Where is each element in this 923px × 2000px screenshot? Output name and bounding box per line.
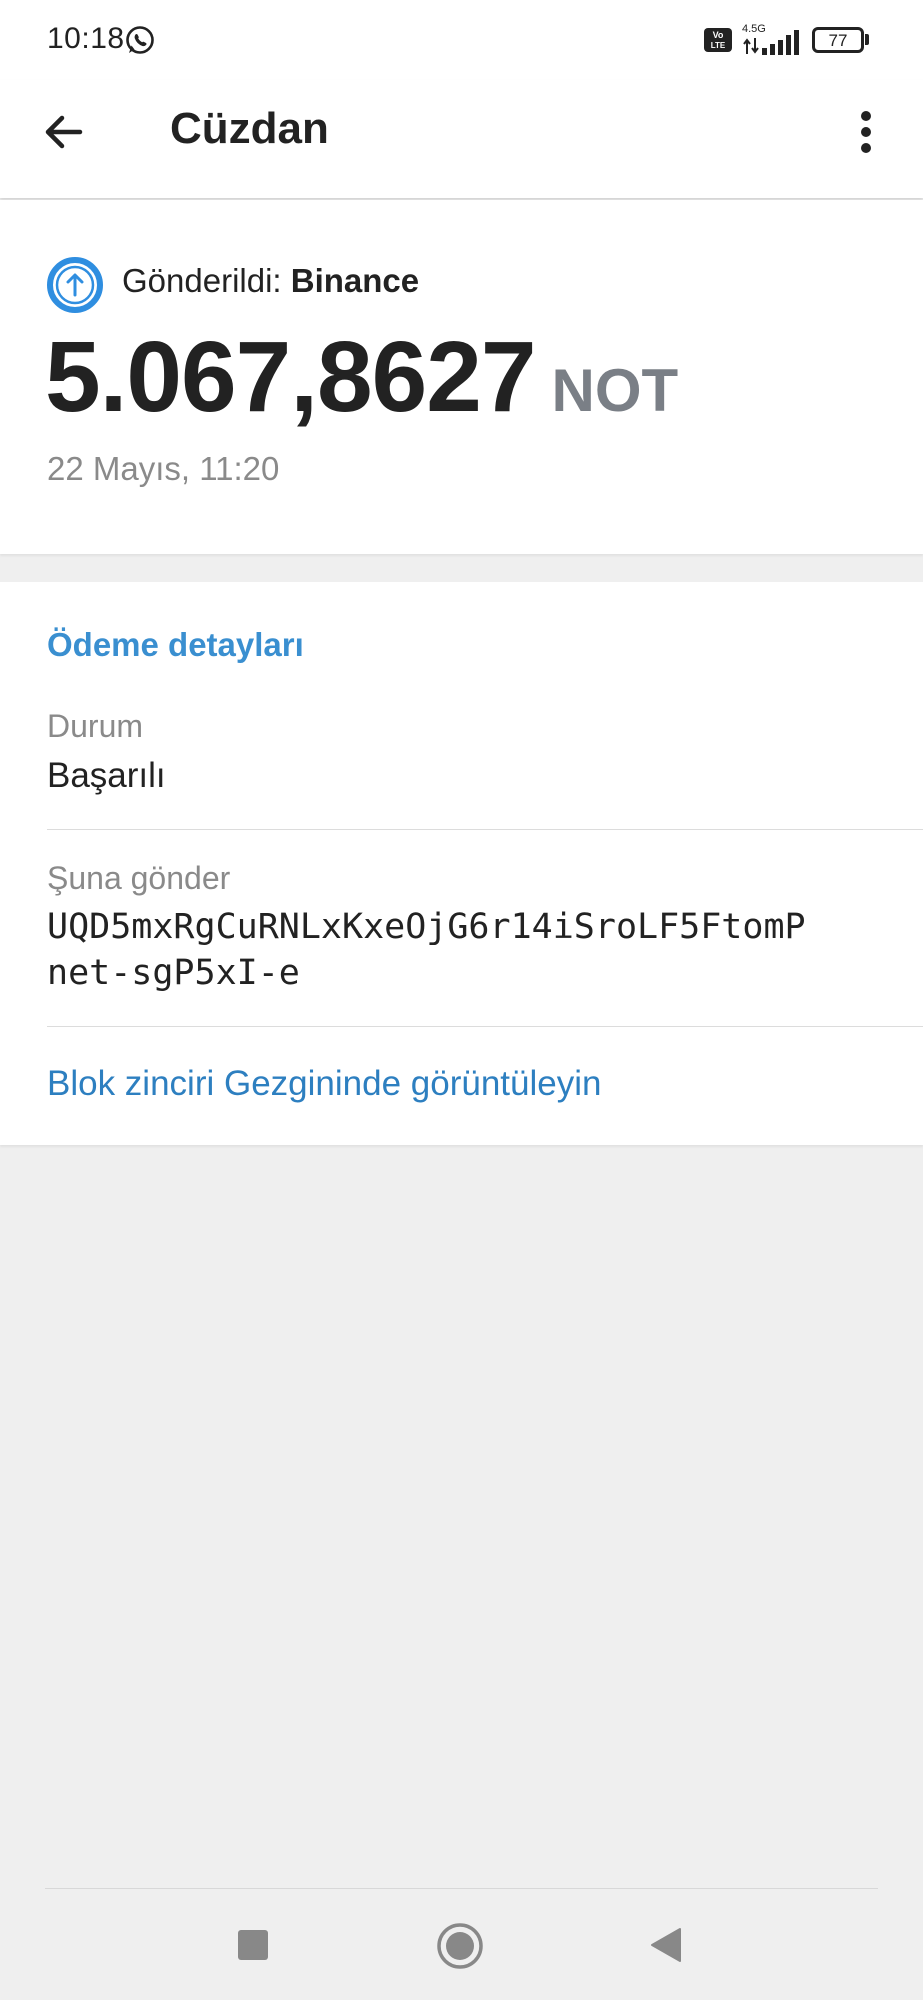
- volte-icon: Vo LTE: [704, 28, 732, 52]
- page-title: Cüzdan: [170, 104, 329, 153]
- battery-icon: 77: [812, 27, 864, 53]
- app-bar: Cüzdan: [0, 80, 923, 198]
- status-label: Durum: [47, 708, 144, 744]
- status-time: 10:18: [47, 22, 125, 55]
- currency-code: NOT: [551, 357, 679, 424]
- recipient-address-line-2: net-sgP5xI-e: [47, 953, 300, 993]
- payment-details: Ödeme detayları Durum Başarılı Şuna gönd…: [0, 582, 923, 1145]
- status-bar: 10:18 Vo LTE 4.5G 77: [0, 0, 923, 80]
- arrow-up-circle-icon: [47, 257, 103, 313]
- arrow-left-icon: [45, 115, 83, 149]
- recent-apps-icon[interactable]: [236, 1928, 270, 1962]
- svg-text:4.5G: 4.5G: [742, 23, 766, 35]
- nav-divider: [45, 1888, 878, 1889]
- home-icon[interactable]: [436, 1922, 484, 1970]
- recipient-label: Şuna gönder: [47, 860, 231, 896]
- counterparty-name: Binance: [290, 262, 420, 299]
- transaction-date: 22 Mayıs, 11:20: [47, 450, 280, 487]
- signal-icon: 4.5G: [742, 23, 799, 55]
- blockchain-explorer-link[interactable]: Blok zinciri Gezgininde görüntüleyin: [47, 1064, 601, 1104]
- battery-level: 77: [828, 30, 848, 50]
- recipient-address[interactable]: UQD5mxRgCuRNLxKxeOjG6r14iSroLF5FtomP net…: [47, 904, 887, 996]
- amount-row: 5.067,8627 NOT: [45, 320, 678, 435]
- svg-text:LTE: LTE: [711, 41, 726, 50]
- back-triangle-icon[interactable]: [648, 1926, 684, 1964]
- status-value: Başarılı: [47, 756, 166, 795]
- back-button[interactable]: [36, 104, 92, 160]
- transaction-direction: Gönderildi: Binance: [122, 262, 419, 300]
- whatsapp-icon: [126, 26, 154, 54]
- divider: [47, 1026, 923, 1027]
- divider: [47, 829, 923, 830]
- direction-label: Gönderildi:: [122, 262, 282, 299]
- section-title: Ödeme detayları: [47, 626, 304, 663]
- transaction-summary: Gönderildi: Binance 5.067,8627 NOT 22 Ma…: [0, 200, 923, 554]
- svg-text:Vo: Vo: [713, 30, 724, 40]
- more-vert-icon: [861, 111, 871, 153]
- battery-nub: [865, 34, 869, 45]
- transaction-amount: 5.067,8627: [45, 321, 536, 433]
- more-options-button[interactable]: [846, 104, 886, 160]
- recipient-address-line-1: UQD5mxRgCuRNLxKxeOjG6r14iSroLF5FtomP: [47, 907, 806, 947]
